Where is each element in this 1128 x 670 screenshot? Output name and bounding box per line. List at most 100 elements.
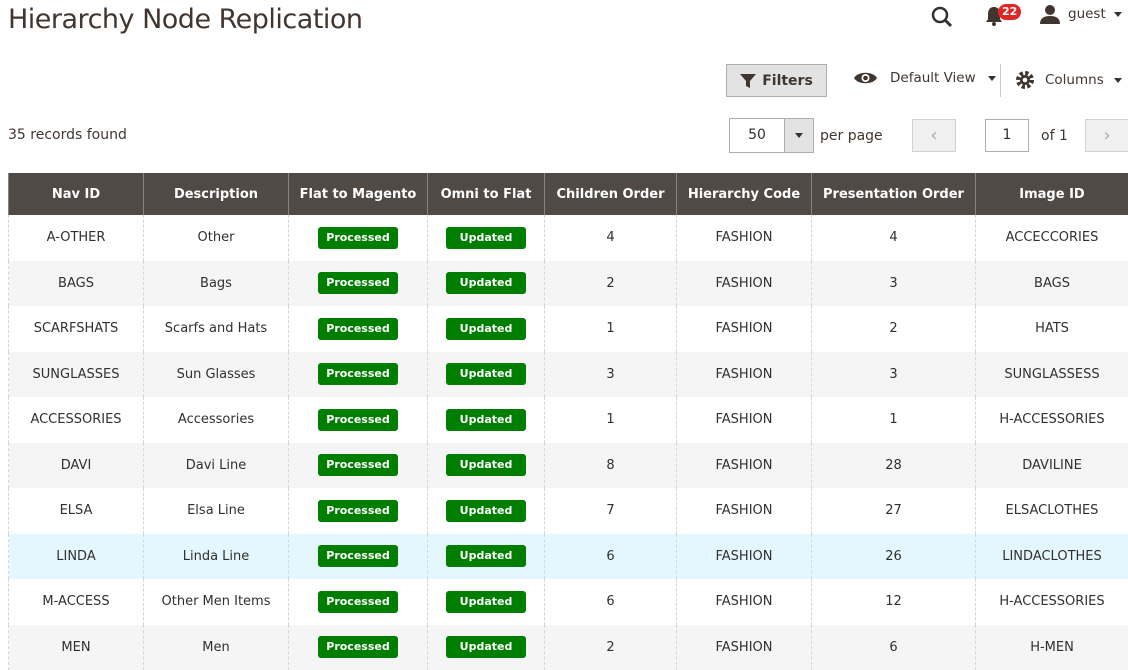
status-badge: Processed [318,227,398,249]
cell-text: LINDA [56,549,95,564]
table-cell: Processed [289,579,428,625]
cell-text: Bags [200,276,232,291]
table-cell: ACCECCORIES [976,215,1128,261]
cell-text: ELSA [60,503,93,518]
user-menu[interactable]: guest [1040,4,1122,24]
cell-text: DAVILINE [1022,458,1082,473]
table-cell: Processed [289,261,428,307]
cell-text: 2 [606,640,614,655]
table-row[interactable]: SCARFSHATS Scarfs and Hats Processed Update… [9,306,1128,352]
status-badge: Updated [446,545,526,567]
table-cell: H-ACCESSORIES [976,579,1128,625]
cell-text: ACCECCORIES [1006,230,1099,245]
cell-text: FASHION [716,458,773,473]
cell-text: 4 [889,230,897,245]
status-badge: Updated [446,272,526,294]
table-cell: FASHION [677,579,812,625]
page-input[interactable]: 1 [985,119,1029,152]
table-cell: Processed [289,306,428,352]
gear-icon [1015,70,1035,90]
status-badge: Processed [318,318,398,340]
table-cell: 6 [812,625,976,670]
column-header[interactable]: Omni to Flat [428,173,545,215]
cell-text: H-MEN [1030,640,1074,655]
column-header[interactable]: Flat to Magento [289,173,428,215]
cell-text: FASHION [716,367,773,382]
cell-text: Sun Glasses [177,367,256,382]
table-cell: A-OTHER [9,215,144,261]
eye-icon [853,70,878,86]
cell-text: 28 [885,458,902,473]
table-row[interactable]: DAVIDavi LineProcessedUpdated8FASHION28D… [9,443,1128,489]
divider [1000,64,1001,97]
previous-page-button[interactable]: ‹ [912,119,956,152]
table-cell: 28 [812,443,976,489]
status-badge: Processed [318,272,398,294]
table-row[interactable]: A-OTHEROtherProcessedUpdated4FASHION4ACC… [9,215,1128,261]
chevron-down-icon [988,76,996,81]
chevron-down-icon[interactable] [784,119,813,152]
column-header[interactable]: Description [144,173,289,215]
per-page-value: 50 [730,119,784,152]
column-header[interactable]: Image ID [976,173,1128,215]
cell-text: 7 [606,503,614,518]
status-badge: Updated [446,454,526,476]
table-cell: FASHION [677,215,812,261]
chevron-down-icon [1114,78,1122,83]
filters-button[interactable]: Filters [726,64,827,97]
table-cell: BAGS [976,261,1128,307]
table-cell: Updated [428,443,545,489]
table-cell: DAVILINE [976,443,1128,489]
view-selector[interactable]: Default View [853,70,996,86]
table-cell: M-ACCESS [9,579,144,625]
table-cell: 8 [545,443,677,489]
table-cell: Updated [428,579,545,625]
column-header[interactable]: Presentation Order [812,173,976,215]
table-row[interactable]: SUNGLASSESSun GlassesProcessedUpdated3FA… [9,352,1128,398]
status-badge: Processed [318,545,398,567]
table-cell: Updated [428,488,545,534]
notification-count[interactable]: 22 [998,4,1021,20]
column-header[interactable]: Children Order [545,173,677,215]
table-row[interactable]: ACCESSORIESAccessoriesProcessedUpdated1F… [9,397,1128,443]
table-cell: Processed [289,215,428,261]
table-row[interactable]: BAGSBagsProcessedUpdated2FASHION3BAGS [9,261,1128,307]
table-row[interactable]: LINDALinda LineProcessedUpdated6FASHION2… [9,534,1128,580]
table-cell: Processed [289,397,428,443]
table-cell: Updated [428,261,545,307]
per-page-select[interactable]: 50 [729,118,814,153]
table-cell: Updated [428,306,545,352]
cell-text: 1 [606,321,614,336]
cell-text: Davi Line [186,458,247,473]
cell-text: Scarfs and Hats [165,321,267,336]
table-cell: 1 [545,306,677,352]
table-cell: 6 [545,579,677,625]
cell-text: 6 [606,549,614,564]
status-badge: Updated [446,227,526,249]
table-cell: LINDACLOTHES [976,534,1128,580]
table-cell: DAVI [9,443,144,489]
records-count: 35 records found [8,127,127,143]
table-row[interactable]: ELSAElsa LineProcessedUpdated7FASHION27E… [9,488,1128,534]
cell-text: FASHION [716,640,773,655]
cell-text: Other [198,230,235,245]
column-header[interactable]: Hierarchy Code [677,173,812,215]
cell-text: SUNGLASSES [33,367,120,382]
table-cell: Processed [289,625,428,670]
cell-text: SUNGLASSESS [1004,367,1099,382]
table-cell: Davi Line [144,443,289,489]
column-header[interactable]: Nav ID [9,173,144,215]
cell-text: 12 [885,594,902,609]
columns-button[interactable]: Columns [1015,70,1122,90]
cell-text: ELSACLOTHES [1006,503,1099,518]
table-row[interactable]: M-ACCESSOther Men ItemsProcessedUpdated6… [9,579,1128,625]
table-row[interactable]: MENMenProcessedUpdated2FASHION6H-MEN [9,625,1128,670]
table-cell: FASHION [677,306,812,352]
search-icon[interactable] [930,5,954,33]
next-page-button[interactable]: › [1085,119,1128,152]
table-cell: 27 [812,488,976,534]
table-cell: ELSACLOTHES [976,488,1128,534]
table-cell: SCARFSHATS [9,306,144,352]
table-cell: Processed [289,534,428,580]
cell-text: 3 [606,367,614,382]
